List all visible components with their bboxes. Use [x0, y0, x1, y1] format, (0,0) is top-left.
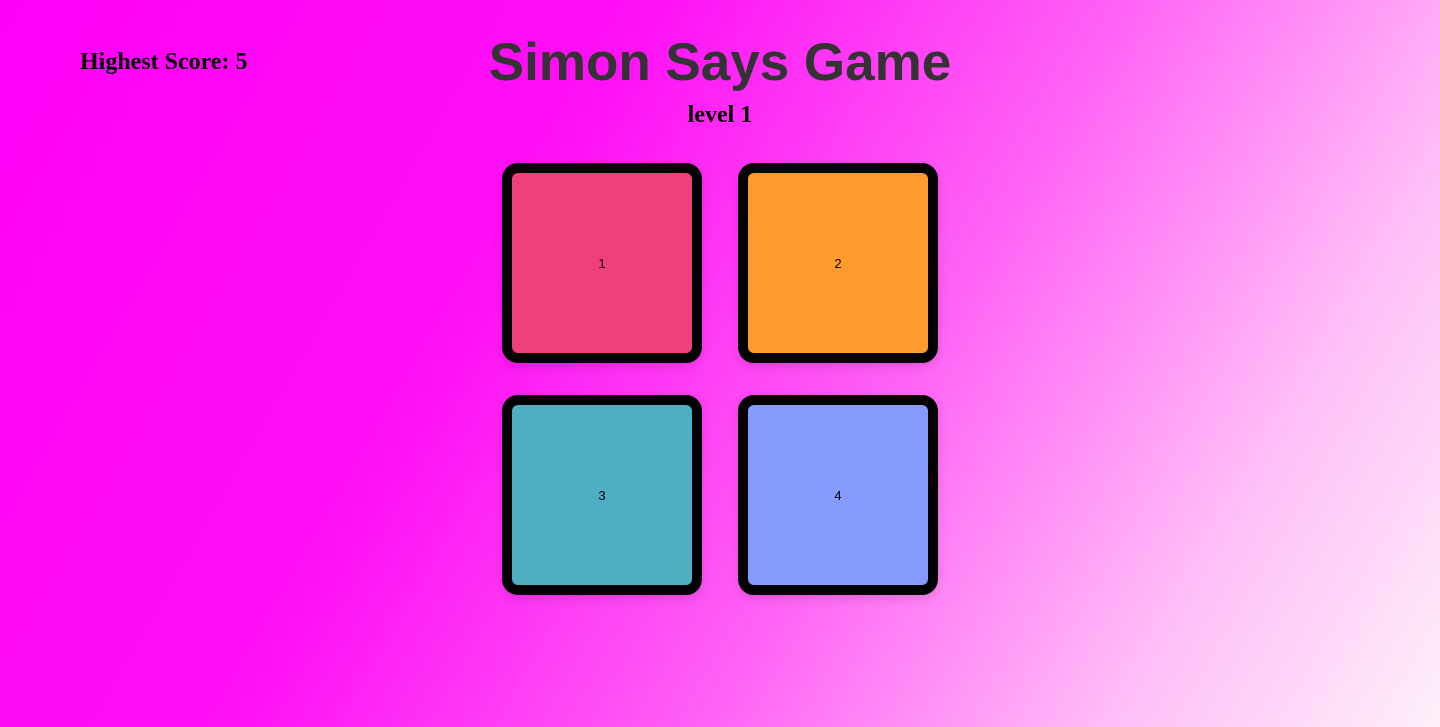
game-button-3[interactable]: 3 — [502, 395, 702, 595]
game-button-1[interactable]: 1 — [502, 163, 702, 363]
game-button-4[interactable]: 4 — [738, 395, 938, 595]
level-indicator: level 1 — [687, 102, 753, 128]
game-board: 1 2 3 4 — [502, 163, 938, 595]
game-button-2[interactable]: 2 — [738, 163, 938, 363]
game-title: Simon Says Game — [488, 33, 952, 92]
